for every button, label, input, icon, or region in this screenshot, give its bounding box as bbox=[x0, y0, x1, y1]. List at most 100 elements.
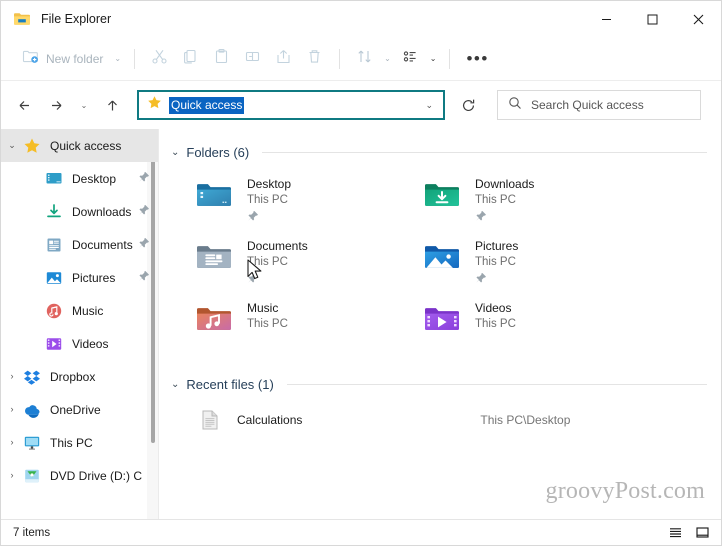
address-text[interactable]: Quick access bbox=[169, 96, 245, 114]
folder-tile-name: Documents bbox=[247, 239, 308, 253]
paste-button[interactable] bbox=[206, 44, 237, 74]
folder-tile-music[interactable]: Music This PC bbox=[171, 293, 399, 355]
new-folder-button[interactable]: New folder bbox=[15, 44, 110, 74]
large-icons-view-icon[interactable] bbox=[693, 524, 711, 542]
folders-grid: Desktop This PC Downloads This PC Documents T… bbox=[171, 169, 707, 355]
documents-icon bbox=[45, 236, 63, 254]
sidebar-item-label: Downloads bbox=[72, 204, 132, 219]
folder-tile-name: Pictures bbox=[475, 239, 519, 253]
chevron-right-icon[interactable]: › bbox=[1, 438, 23, 447]
maximize-button[interactable] bbox=[629, 1, 675, 37]
see-more-button[interactable]: ••• bbox=[459, 44, 495, 74]
sidebar-item-label: OneDrive bbox=[50, 402, 101, 417]
cut-button[interactable] bbox=[144, 44, 175, 74]
share-button[interactable] bbox=[268, 44, 299, 74]
pin-icon bbox=[138, 269, 150, 287]
sidebar-item-label: Desktop bbox=[72, 171, 117, 186]
folder-tile-desktop[interactable]: Desktop This PC bbox=[171, 169, 399, 231]
copy-button[interactable] bbox=[175, 44, 206, 74]
recent-files-group-header[interactable]: ⌄ Recent files (1) bbox=[171, 371, 707, 397]
content-pane: ⌄ Folders (6) Desktop This PC Downloads Thi… bbox=[159, 129, 721, 519]
sidebar-item-label: Pictures bbox=[72, 270, 116, 285]
folder-tile-videos[interactable]: Videos This PC bbox=[399, 293, 627, 355]
sidebar-item-label: Dropbox bbox=[50, 369, 96, 384]
toolbar-divider-3 bbox=[449, 48, 451, 69]
search-icon bbox=[508, 96, 522, 115]
folder-videos-icon bbox=[421, 299, 463, 341]
sort-button[interactable] bbox=[349, 44, 380, 74]
folder-tile-location: This PC bbox=[475, 256, 516, 268]
videos-icon bbox=[45, 335, 63, 353]
folders-group-header[interactable]: ⌄ Folders (6) bbox=[171, 139, 707, 165]
thispc-icon bbox=[23, 434, 41, 452]
folders-chevron-down-icon[interactable]: ⌄ bbox=[171, 147, 179, 158]
file-explorer-window: File Explorer New folder ⌄ ⌄ ⌄ ••• ⌄ Qui… bbox=[0, 0, 722, 546]
chevron-right-icon[interactable]: › bbox=[1, 372, 23, 381]
search-placeholder: Search Quick access bbox=[531, 98, 644, 112]
rename-button[interactable] bbox=[237, 44, 268, 74]
chevron-right-icon[interactable]: › bbox=[1, 405, 23, 414]
recent-file-path: This PC\Desktop bbox=[480, 413, 571, 427]
sidebar-item-music[interactable]: Music bbox=[1, 294, 158, 327]
document-icon bbox=[199, 409, 221, 431]
pin-icon bbox=[138, 203, 150, 221]
folder-tile-documents[interactable]: Documents This PC bbox=[171, 231, 399, 293]
sidebar-item-label: DVD Drive (D:) C bbox=[50, 468, 142, 483]
up-button[interactable] bbox=[97, 90, 127, 120]
pin-icon bbox=[475, 271, 518, 289]
sidebar-item-dvd-drive-d-c[interactable]: › DVD Drive (D:) C bbox=[1, 459, 158, 492]
sort-chevron-down-icon[interactable]: ⌄ bbox=[380, 54, 395, 63]
sidebar-item-downloads[interactable]: Downloads bbox=[1, 195, 158, 228]
back-button[interactable] bbox=[9, 90, 39, 120]
sidebar-item-desktop[interactable]: Desktop bbox=[1, 162, 158, 195]
pin-icon bbox=[138, 170, 150, 188]
sidebar-item-this-pc[interactable]: › This PC bbox=[1, 426, 158, 459]
recent-files-chevron-down-icon[interactable]: ⌄ bbox=[171, 379, 179, 390]
folder-tile-pictures[interactable]: Pictures This PC bbox=[399, 231, 627, 293]
view-button[interactable] bbox=[395, 44, 426, 74]
sidebar-item-onedrive[interactable]: › OneDrive bbox=[1, 393, 158, 426]
folder-music-icon bbox=[193, 299, 235, 341]
ellipsis-icon: ••• bbox=[466, 49, 489, 68]
folders-group-title: Folders (6) bbox=[186, 144, 250, 160]
refresh-button[interactable] bbox=[453, 90, 483, 120]
new-folder-chevron-down-icon[interactable]: ⌄ bbox=[110, 54, 125, 63]
chevron-down-icon[interactable]: ⌄ bbox=[1, 141, 23, 150]
close-button[interactable] bbox=[675, 1, 721, 37]
view-chevron-down-icon[interactable]: ⌄ bbox=[426, 54, 441, 63]
sidebar-item-videos[interactable]: Videos bbox=[1, 327, 158, 360]
folder-documents-icon bbox=[193, 237, 235, 279]
sidebar-item-label: Documents bbox=[72, 237, 133, 252]
folder-tile-downloads[interactable]: Downloads This PC bbox=[399, 169, 627, 231]
sidebar-item-pictures[interactable]: Pictures bbox=[1, 261, 158, 294]
address-chevron-down-icon[interactable]: ⌄ bbox=[421, 100, 437, 111]
sidebar-item-dropbox[interactable]: › Dropbox bbox=[1, 360, 158, 393]
sidebar-item-documents[interactable]: Documents bbox=[1, 228, 158, 261]
recent-file-row[interactable]: Calculations This PC\Desktop bbox=[171, 403, 707, 437]
recent-files-group-rule bbox=[286, 383, 707, 385]
dropbox-icon bbox=[23, 368, 41, 386]
folder-desktop-icon bbox=[193, 175, 235, 217]
pictures-icon bbox=[45, 269, 63, 287]
sort-icon bbox=[356, 48, 373, 70]
details-view-icon[interactable] bbox=[666, 524, 684, 542]
sidebar-item-quick-access[interactable]: ⌄ Quick access bbox=[1, 129, 158, 162]
music-icon bbox=[45, 302, 63, 320]
folder-tile-name: Downloads bbox=[475, 177, 535, 191]
sidebar-item-label: Music bbox=[72, 303, 104, 318]
delete-button[interactable] bbox=[299, 44, 330, 74]
navigation-pane[interactable]: ⌄ Quick access Desktop Downloads Documents Pi… bbox=[1, 129, 159, 519]
forward-button[interactable] bbox=[41, 90, 71, 120]
folder-downloads-icon bbox=[421, 175, 463, 217]
main-body: ⌄ Quick access Desktop Downloads Documents Pi… bbox=[1, 129, 721, 519]
recent-files-list: Calculations This PC\Desktop bbox=[171, 403, 707, 437]
search-box[interactable]: Search Quick access bbox=[497, 90, 701, 120]
recent-locations-chevron-down-icon[interactable]: ⌄ bbox=[73, 90, 95, 120]
view-icon bbox=[402, 48, 419, 70]
minimize-button[interactable] bbox=[583, 1, 629, 37]
address-input[interactable]: Quick access ⌄ bbox=[137, 90, 445, 120]
copy-icon bbox=[182, 48, 199, 70]
folder-tile-location: This PC bbox=[475, 194, 516, 206]
folder-icon bbox=[13, 10, 31, 28]
chevron-right-icon[interactable]: › bbox=[1, 471, 23, 480]
